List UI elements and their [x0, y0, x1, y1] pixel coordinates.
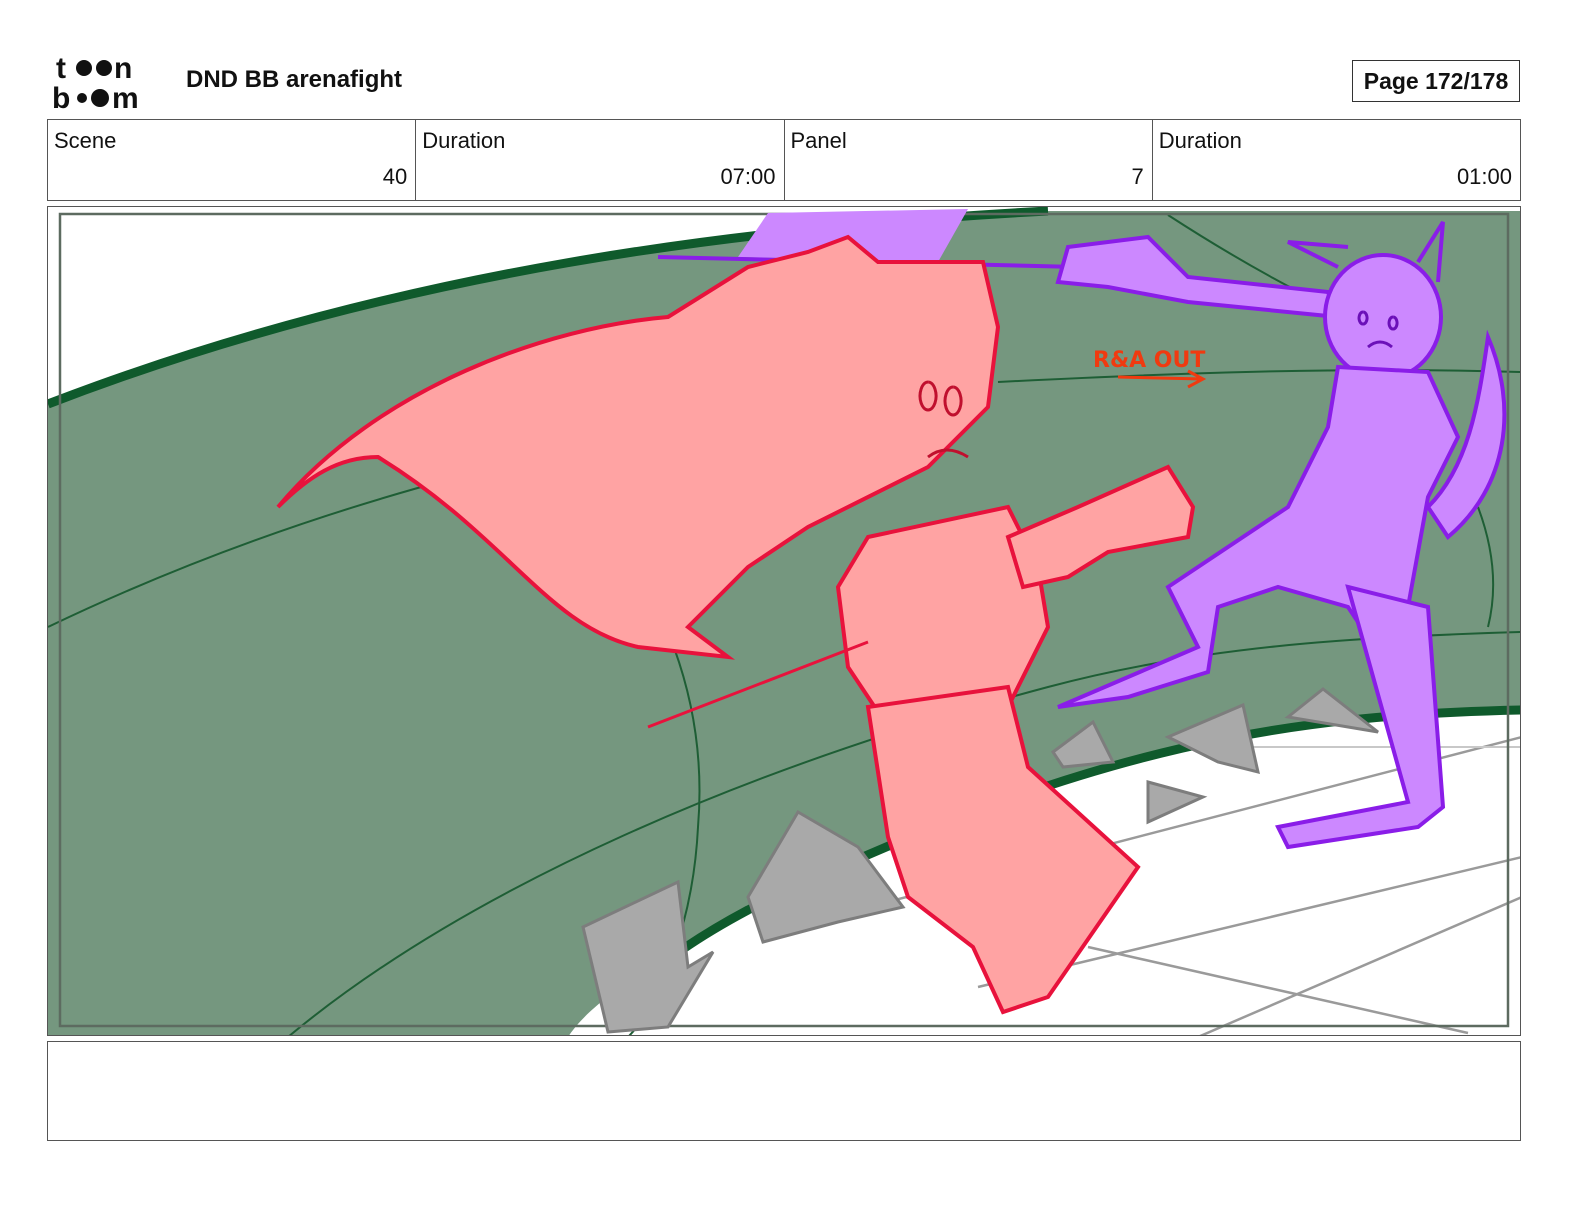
- notes-box: [47, 1041, 1521, 1141]
- direction-annotation: R&A OUT: [1093, 348, 1205, 373]
- scene-duration-value: 07:00: [720, 164, 776, 189]
- purple-creature-head: [1323, 253, 1443, 381]
- panel-artwork: R&A OUT: [48, 207, 1520, 1035]
- svg-text:t: t: [56, 52, 66, 85]
- page-indicator: Page 172/178: [1352, 60, 1520, 102]
- toonboom-logo: t n b m: [52, 52, 139, 112]
- floor-line-4: [1087, 945, 1469, 1035]
- panel-duration-label: Duration: [1158, 128, 1242, 153]
- svg-text:m: m: [112, 82, 139, 112]
- panel-cell: Panel 7: [785, 120, 1153, 200]
- scene-info-row: Scene 40 Duration 07:00 Panel 7 Duration…: [47, 119, 1521, 201]
- svg-text:n: n: [114, 52, 132, 85]
- panel-duration-cell: Duration 01:00: [1153, 120, 1520, 200]
- scene-label: Scene: [54, 128, 117, 153]
- scene-duration-label: Duration: [422, 128, 506, 153]
- project-title: DND BB arenafight: [186, 66, 403, 93]
- storyboard-panel: R&A OUT: [47, 206, 1521, 1036]
- scene-value: 40: [382, 164, 408, 189]
- svg-text:b: b: [52, 82, 70, 112]
- floor-line-3: [1199, 896, 1520, 1035]
- rubble-rock: [1146, 780, 1208, 825]
- panel-duration-value: 01:00: [1456, 164, 1512, 189]
- scene-duration-cell: Duration 07:00: [416, 120, 785, 200]
- scene-cell: Scene 40: [48, 120, 417, 200]
- panel-value: 7: [1131, 164, 1144, 189]
- panel-label: Panel: [790, 128, 847, 153]
